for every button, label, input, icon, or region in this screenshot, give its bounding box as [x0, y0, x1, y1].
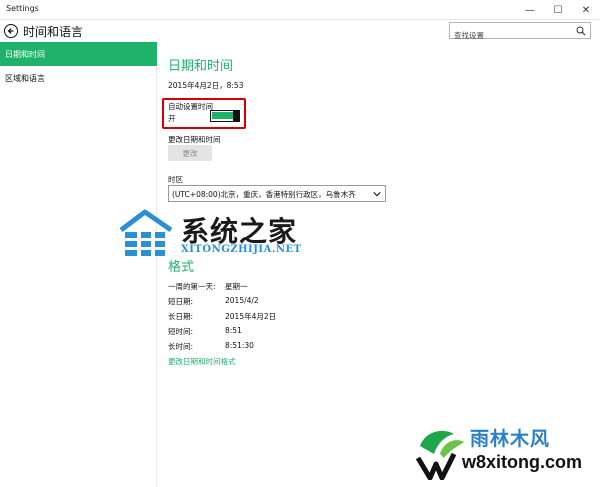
format-value-first-day: 星期一 [225, 282, 248, 291]
search-icon[interactable] [576, 26, 586, 36]
leaf-logo-icon [415, 430, 464, 480]
back-button[interactable] [4, 24, 18, 38]
change-button[interactable]: 更改 [168, 145, 212, 161]
minimize-button[interactable]: — [516, 0, 544, 20]
search-box[interactable] [449, 22, 591, 43]
search-input[interactable] [450, 28, 570, 43]
watermark-cn: 雨林木风 [470, 428, 551, 450]
sidebar-item-region-language[interactable]: 区域和语言 [0, 66, 157, 90]
toggle-fill [212, 112, 234, 119]
toggle-knob [233, 109, 239, 122]
title-bar: Settings — ☐ ✕ [0, 0, 600, 20]
format-label-short-date: 短日期: [168, 297, 194, 306]
format-label-first-day: 一周的第一天: [168, 282, 216, 291]
timezone-value: (UTC+08:00)北京，重庆，香港特别行政区，乌鲁木齐 [172, 190, 356, 199]
section-title: 日期和时间 [168, 59, 234, 74]
minimize-icon: — [525, 4, 535, 16]
format-value-short-time: 8:51 [225, 326, 242, 335]
change-format-link[interactable]: 更改日期和时间格式 [168, 356, 236, 367]
page-title: 时间和语言 [23, 25, 84, 39]
watermark-en: XITONGZHIJIA.NET [181, 244, 302, 255]
format-value-short-date: 2015/4/2 [225, 296, 259, 305]
format-label-long-date: 长日期: [168, 312, 194, 321]
maximize-icon: ☐ [553, 4, 563, 16]
close-button[interactable]: ✕ [572, 0, 600, 20]
auto-time-state: 开 [168, 114, 176, 123]
format-value-long-time: 8:51:30 [225, 341, 254, 350]
format-label-long-time: 长时间: [168, 342, 194, 351]
current-datetime: 2015年4月2日，8:53 [168, 81, 244, 90]
watermark-w8xitong: 雨林木风 w8xitong.com [412, 420, 600, 487]
watermark-xitongzhijia: 系统之家 XITONGZHIJIA.NET [117, 204, 307, 274]
close-icon: ✕ [581, 4, 591, 16]
chevron-down-icon [373, 192, 381, 197]
auto-time-label: 自动设置时间 [168, 102, 213, 111]
timezone-select[interactable]: (UTC+08:00)北京，重庆，香港特别行政区，乌鲁木齐 [168, 185, 386, 202]
arrow-left-icon [7, 28, 14, 34]
sidebar-item-label: 日期和时间 [5, 50, 45, 59]
format-value-long-date: 2015年4月2日 [225, 312, 277, 321]
timezone-label: 时区 [168, 175, 183, 184]
house-logo-icon [119, 209, 173, 256]
sidebar-item-label: 区域和语言 [5, 74, 45, 83]
page-header: 时间和语言 [0, 20, 600, 43]
format-label-short-time: 短时间: [168, 327, 194, 336]
window-title: Settings [6, 4, 39, 13]
sidebar-item-date-time[interactable]: 日期和时间 [0, 42, 157, 66]
change-datetime-label: 更改日期和时间 [168, 135, 221, 144]
auto-time-toggle[interactable] [210, 109, 240, 122]
watermark-en: w8xitong.com [462, 452, 583, 472]
maximize-button[interactable]: ☐ [544, 0, 572, 20]
